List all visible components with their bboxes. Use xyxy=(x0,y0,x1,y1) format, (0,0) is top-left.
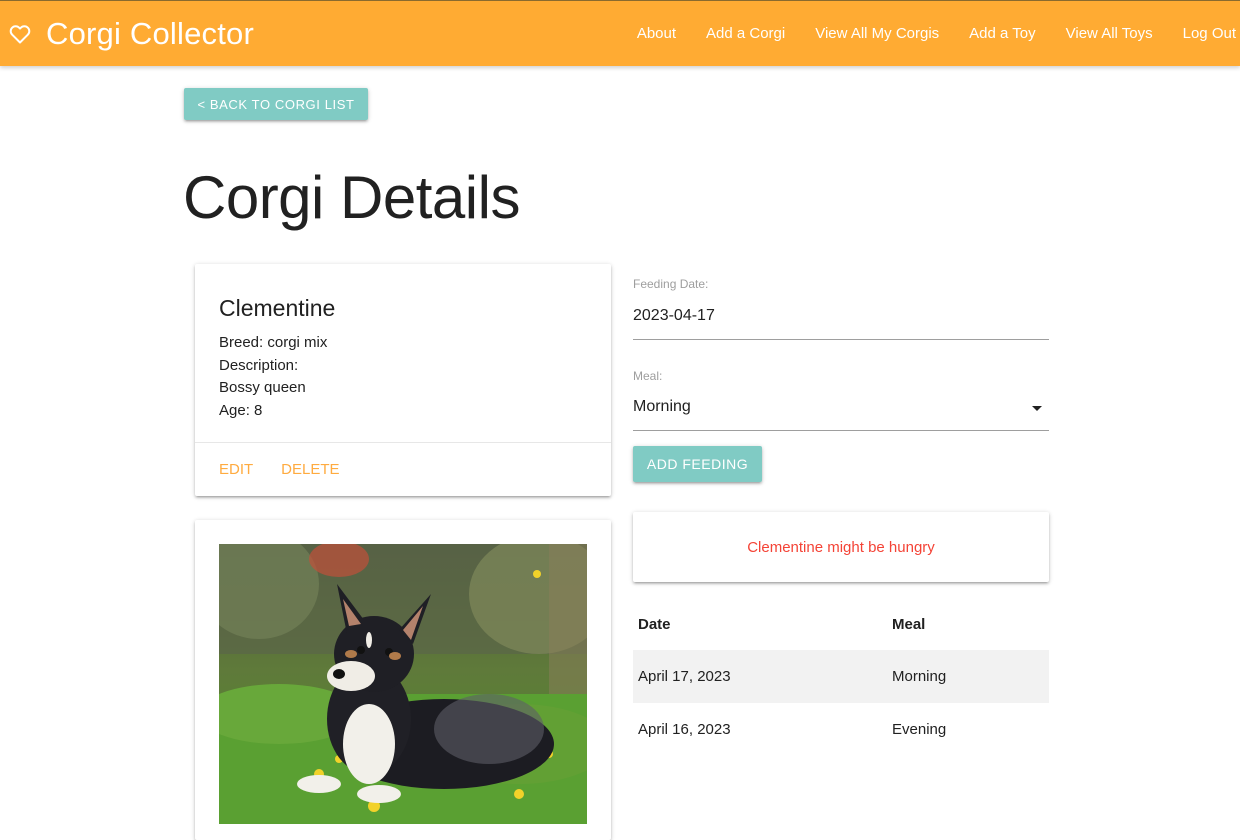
delete-link[interactable]: DELETE xyxy=(281,461,339,478)
feeding-date-underline xyxy=(633,339,1049,340)
table-header-row: Date Meal xyxy=(633,598,1049,650)
column-header-date: Date xyxy=(638,615,671,633)
page-title: Corgi Details xyxy=(183,164,520,231)
card-actions: EDIT DELETE xyxy=(195,442,611,496)
feedings-table: Date Meal April 17, 2023 Morning April 1… xyxy=(633,598,1049,756)
nav-link-view-toys[interactable]: View All Toys xyxy=(1051,1,1168,67)
table-row: April 17, 2023 Morning xyxy=(633,650,1049,703)
caret-down-icon xyxy=(1032,406,1042,411)
corgi-description: Bossy queen xyxy=(219,379,306,396)
nav-link-log-out[interactable]: Log Out xyxy=(1168,1,1240,67)
edit-link[interactable]: EDIT xyxy=(219,461,253,478)
feeding-date-cell: April 17, 2023 xyxy=(633,650,887,703)
dog-photo-illustration xyxy=(219,544,587,824)
table-row: April 16, 2023 Evening xyxy=(633,703,1049,756)
corgi-name: Clementine xyxy=(219,295,336,321)
corgi-photo-card xyxy=(195,520,611,840)
feeding-meal-cell: Morning xyxy=(887,650,1049,703)
meal-select-value: Morning xyxy=(633,398,691,415)
nav-link-about[interactable]: About xyxy=(622,1,691,67)
nav-links: About Add a Corgi View All My Corgis Add… xyxy=(622,1,1240,67)
card-content: Clementine Breed: corgi mix Description:… xyxy=(195,264,611,442)
navbar: Corgi Collector About Add a Corgi View A… xyxy=(0,0,1240,66)
feeding-date-input[interactable]: 2023-04-17 xyxy=(633,307,715,325)
corgi-breed: Breed: corgi mix xyxy=(219,334,328,351)
meal-label: Meal: xyxy=(633,369,663,383)
heart-icon xyxy=(9,25,31,44)
meal-select[interactable]: Morning xyxy=(633,398,1049,428)
nav-link-view-corgis[interactable]: View All My Corgis xyxy=(800,1,954,67)
corgi-detail-card: Clementine Breed: corgi mix Description:… xyxy=(195,264,611,496)
back-to-list-button[interactable]: < BACK TO CORGI LIST xyxy=(184,88,368,120)
corgi-description-label: Description: xyxy=(219,356,299,374)
hungry-status-card: Clementine might be hungry xyxy=(633,512,1049,582)
nav-link-add-toy[interactable]: Add a Toy xyxy=(954,1,1050,67)
brand-title: Corgi Collector xyxy=(46,16,255,51)
feeding-date-cell: April 16, 2023 xyxy=(638,721,731,738)
add-feeding-button[interactable]: ADD FEEDING xyxy=(633,446,762,482)
meal-underline xyxy=(633,430,1049,431)
column-header-meal: Meal xyxy=(892,615,926,633)
feeding-meal-cell: Evening xyxy=(892,721,947,738)
feeding-date-label: Feeding Date: xyxy=(633,277,709,291)
brand-link[interactable]: Corgi Collector xyxy=(8,1,254,67)
corgi-photo xyxy=(219,544,587,824)
corgi-age: Age: 8 xyxy=(219,401,263,419)
nav-link-add-corgi[interactable]: Add a Corgi xyxy=(691,1,800,67)
hungry-message: Clementine might be hungry xyxy=(747,538,935,556)
